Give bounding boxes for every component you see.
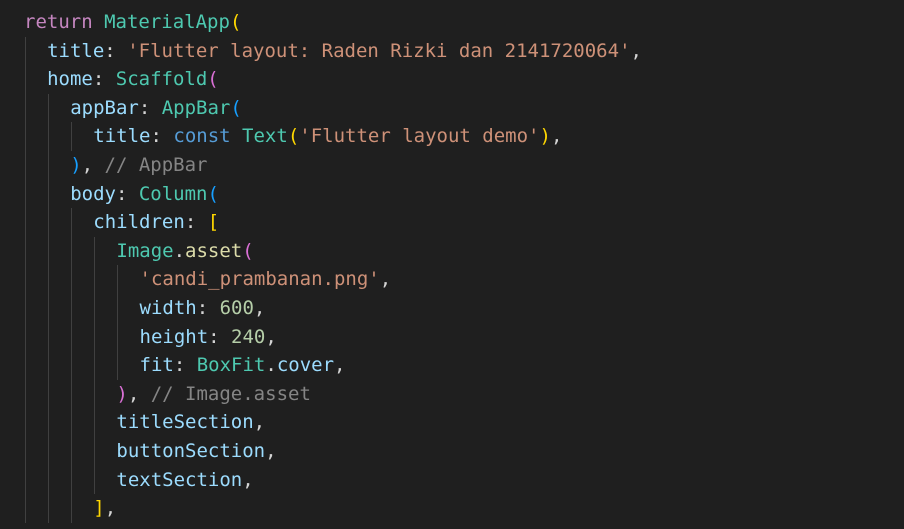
- indent-guide: [94, 236, 96, 495]
- code-token: :: [138, 96, 162, 119]
- code-token: 240: [231, 325, 266, 348]
- code-token: ,: [379, 268, 392, 291]
- code-token: body: [70, 182, 116, 205]
- code-token: // Image.asset: [150, 382, 311, 405]
- code-token: 600: [219, 297, 254, 319]
- code-token: title: [93, 125, 151, 148]
- code-token: .: [265, 354, 277, 377]
- code-token: ,: [127, 382, 151, 405]
- indent-guide: [25, 36, 26, 523]
- code-line: children: [: [93, 208, 219, 236]
- code-line: ), // AppBar: [70, 151, 207, 179]
- indent-guide: [48, 93, 50, 523]
- code-token: ): [539, 125, 551, 148]
- code-token: :: [208, 325, 232, 348]
- code-token: (: [207, 68, 219, 91]
- code-token: Image: [116, 239, 174, 262]
- code-token: (: [230, 96, 242, 119]
- code-line: Image.asset(: [116, 237, 253, 265]
- code-token: appBar: [70, 96, 139, 119]
- code-token: Scaffold: [115, 68, 208, 91]
- code-token: asset: [185, 239, 243, 262]
- code-token: :: [115, 182, 139, 205]
- code-token: .: [173, 239, 186, 262]
- code-line: height: 240,: [140, 323, 277, 351]
- code-line: title: 'Flutter layout: Raden Rizki dan …: [47, 37, 642, 65]
- code-token: title: [47, 39, 105, 62]
- code-token: ,: [550, 125, 563, 148]
- code-token: ,: [253, 297, 266, 319]
- code-token: ): [116, 382, 128, 405]
- code-token: textSection: [116, 468, 243, 491]
- code-line: appBar: AppBar(: [70, 94, 242, 122]
- code-token: ,: [265, 440, 277, 462]
- code-token: (: [242, 239, 254, 262]
- code-token: cover: [276, 354, 335, 377]
- code-line: fit: BoxFit.cover,: [140, 351, 346, 379]
- code-token: ]: [93, 497, 105, 520]
- code-token: home: [47, 68, 93, 91]
- code-token: (: [207, 182, 219, 205]
- code-token: :: [196, 297, 220, 319]
- code-token: titleSection: [116, 411, 254, 434]
- code-token: ,: [265, 325, 277, 348]
- code-editor[interactable]: return MaterialApp(title: 'Flutter layou…: [0, 0, 904, 529]
- code-line: title: const Text('Flutter layout demo')…: [93, 122, 562, 150]
- code-token: BoxFit: [196, 354, 266, 377]
- code-token: Column: [138, 182, 208, 205]
- code-token: return: [24, 11, 93, 33]
- code-token: ,: [630, 39, 642, 62]
- code-token: Text: [242, 125, 288, 148]
- code-token: width: [139, 297, 197, 319]
- code-line: body: Column(: [70, 180, 219, 208]
- code-token: ,: [104, 497, 117, 520]
- code-token: children: [93, 211, 185, 234]
- code-token: (: [287, 125, 300, 148]
- code-token: // AppBar: [104, 154, 208, 176]
- code-token: (: [229, 11, 242, 33]
- code-token: [: [207, 211, 220, 234]
- code-token: 'candi_prambanan.png': [139, 268, 380, 291]
- code-token: 'Flutter layout: Raden Rizki dan 2141720…: [127, 39, 631, 62]
- code-line: 'candi_prambanan.png',: [140, 265, 392, 293]
- code-token: const: [173, 125, 231, 148]
- indent-guide: [117, 265, 119, 380]
- code-line: ), // Image.asset: [116, 380, 311, 408]
- code-line: home: Scaffold(: [47, 65, 219, 93]
- indent-guide: [71, 208, 73, 523]
- code-line: return MaterialApp(: [24, 8, 241, 36]
- code-token: :: [184, 211, 208, 234]
- code-token: ,: [242, 468, 254, 491]
- code-line: width: 600,: [140, 294, 266, 322]
- code-line: textSection,: [116, 466, 253, 494]
- code-token: :: [92, 68, 116, 91]
- indent-guide: [71, 122, 73, 151]
- code-token: ,: [81, 154, 105, 176]
- code-line: ],: [93, 494, 116, 522]
- code-token: :: [150, 125, 174, 148]
- code-token: MaterialApp: [104, 11, 230, 33]
- code-token: :: [104, 39, 128, 62]
- code-token: buttonSection: [116, 440, 266, 462]
- code-token: :: [173, 354, 197, 377]
- code-token: fit: [139, 354, 174, 377]
- code-token: ,: [334, 354, 346, 377]
- code-line: buttonSection,: [116, 437, 276, 465]
- code-token: 'Flutter layout demo': [299, 125, 540, 148]
- code-token: AppBar: [161, 96, 231, 119]
- code-token: ): [70, 154, 82, 176]
- code-token: ,: [253, 411, 266, 434]
- code-line: titleSection,: [116, 408, 265, 436]
- code-token: height: [139, 325, 209, 348]
